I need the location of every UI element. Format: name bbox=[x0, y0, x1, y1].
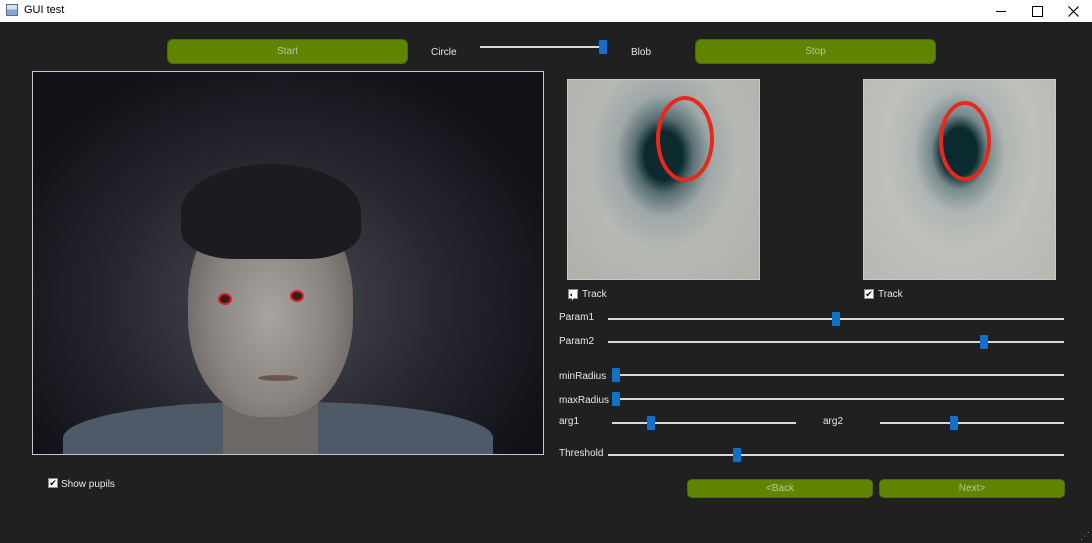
maximize-icon bbox=[1031, 5, 1043, 17]
param2-slider-handle[interactable] bbox=[979, 335, 988, 349]
stop-button[interactable]: Stop bbox=[695, 39, 936, 64]
arg2-slider[interactable] bbox=[880, 416, 1064, 430]
mouse-cursor-icon bbox=[572, 290, 578, 301]
camera-subject-mouth bbox=[258, 375, 298, 381]
right-eye-pupil-ring bbox=[939, 101, 991, 181]
show-pupils-checkbox[interactable]: ✔ bbox=[48, 478, 58, 488]
param2-label: Param2 bbox=[559, 336, 595, 347]
threshold-label: Threshold bbox=[559, 448, 604, 459]
app-window-icon bbox=[6, 4, 18, 16]
arg2-label: arg2 bbox=[823, 416, 844, 427]
minradius-label: minRadius bbox=[559, 371, 607, 382]
maxradius-slider-groove bbox=[612, 398, 1064, 400]
threshold-slider-groove bbox=[608, 454, 1064, 456]
show-pupils-label: Show pupils bbox=[61, 479, 115, 490]
param1-slider-handle[interactable] bbox=[832, 312, 840, 326]
minimize-button[interactable] bbox=[983, 0, 1019, 22]
left-pupil-marker bbox=[218, 293, 232, 305]
threshold-slider[interactable] bbox=[608, 448, 1064, 462]
circle-label: Circle bbox=[431, 47, 457, 58]
maxradius-label: maxRadius bbox=[559, 395, 610, 406]
close-button[interactable] bbox=[1055, 0, 1091, 22]
right-eye-view bbox=[863, 79, 1056, 280]
left-track-label: Track bbox=[582, 289, 607, 300]
arg2-slider-groove bbox=[880, 422, 1064, 424]
mode-slider-handle[interactable] bbox=[599, 40, 607, 54]
resize-grip-icon[interactable]: ⋰ bbox=[1080, 531, 1090, 542]
maximize-button[interactable] bbox=[1019, 0, 1055, 22]
arg1-label: arg1 bbox=[559, 416, 580, 427]
threshold-slider-handle[interactable] bbox=[733, 448, 742, 462]
arg1-slider-handle[interactable] bbox=[647, 416, 656, 430]
close-icon bbox=[1067, 5, 1079, 17]
next-button[interactable]: Next> bbox=[879, 479, 1065, 498]
mode-slider-groove bbox=[480, 46, 607, 48]
param1-slider[interactable] bbox=[608, 312, 1064, 326]
param1-label: Param1 bbox=[559, 312, 595, 323]
maxradius-slider-handle[interactable] bbox=[612, 392, 620, 406]
title-bar: GUI test bbox=[0, 0, 1092, 22]
mode-slider[interactable] bbox=[480, 40, 607, 54]
window-title: GUI test bbox=[24, 4, 65, 16]
right-pupil-marker bbox=[290, 290, 304, 302]
right-track-checkbox[interactable]: ✔ bbox=[864, 289, 874, 299]
param2-slider-groove bbox=[608, 341, 1064, 343]
arg1-slider-groove bbox=[612, 422, 796, 424]
blob-label: Blob bbox=[631, 47, 652, 58]
camera-subject-hair bbox=[181, 164, 361, 259]
start-button[interactable]: Start bbox=[167, 39, 408, 64]
right-track-label: Track bbox=[878, 289, 903, 300]
back-button[interactable]: <Back bbox=[687, 479, 873, 498]
left-eye-pupil-ring bbox=[656, 96, 714, 182]
minradius-slider[interactable] bbox=[612, 368, 1064, 382]
arg2-slider-handle[interactable] bbox=[950, 416, 959, 430]
camera-view bbox=[32, 71, 544, 455]
maxradius-slider[interactable] bbox=[612, 392, 1064, 406]
minradius-slider-groove bbox=[612, 374, 1064, 376]
minradius-slider-handle[interactable] bbox=[612, 368, 620, 382]
minimize-icon bbox=[996, 10, 1006, 12]
param2-slider[interactable] bbox=[608, 335, 1064, 349]
left-eye-view bbox=[567, 79, 760, 280]
arg1-slider[interactable] bbox=[612, 416, 796, 430]
